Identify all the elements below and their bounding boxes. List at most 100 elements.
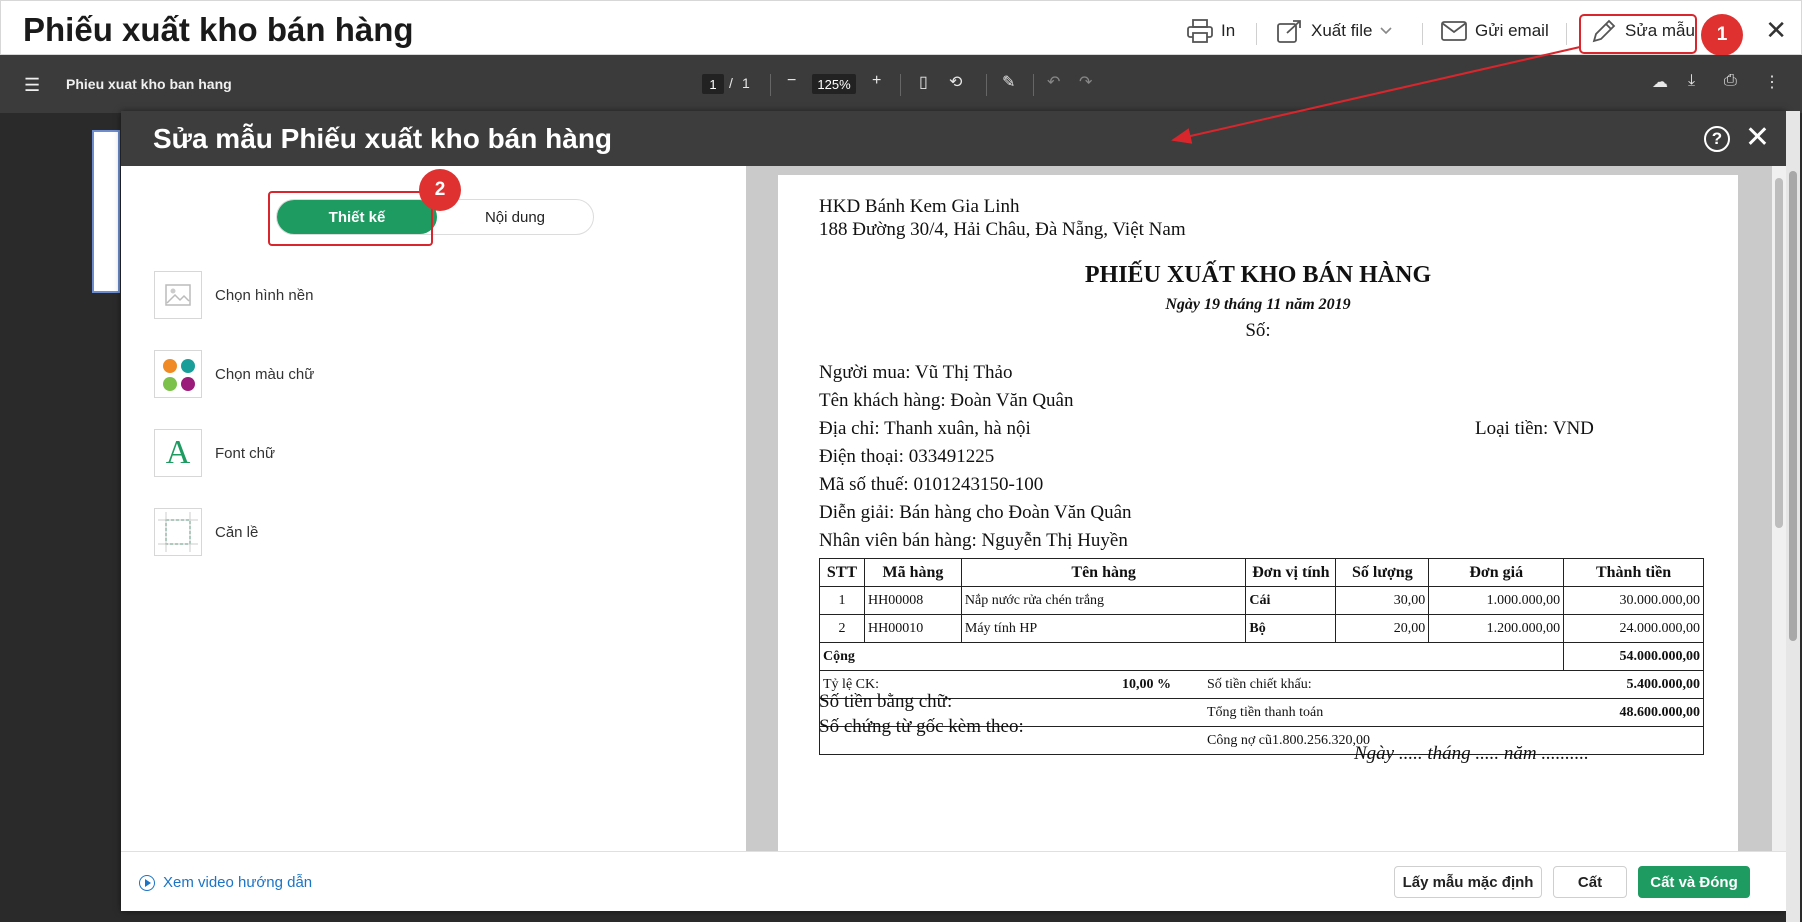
- table-cell: Nắp nước rửa chén trắng: [960, 586, 1247, 615]
- callout-highlight-design-tab: [268, 191, 433, 246]
- help-icon[interactable]: ?: [1704, 126, 1730, 152]
- discount-amount-label: Số tiền chiết khấu:: [1207, 677, 1312, 692]
- margin-label: Căn lề: [215, 523, 259, 541]
- page-thumbnail[interactable]: [92, 130, 120, 293]
- divider: [1422, 23, 1423, 45]
- divider: [1256, 23, 1257, 45]
- sign-date: Ngày ..... tháng ..... năm ..........: [1354, 743, 1589, 764]
- zoom-level[interactable]: 125%: [812, 74, 856, 94]
- divider: [1033, 74, 1034, 96]
- column-header: Mã hàng: [863, 558, 962, 587]
- table-cell: 24.000.000,00: [1563, 614, 1704, 643]
- tax-code: Mã số thuế: 0101243150-100: [819, 474, 1044, 495]
- page-total: 1: [742, 75, 750, 91]
- choose-background-option[interactable]: Chọn hình nền: [154, 271, 313, 319]
- close-icon[interactable]: ✕: [1765, 15, 1787, 46]
- send-email-button[interactable]: Gửi email: [1441, 15, 1549, 47]
- discount-rate: 10,00 %: [1122, 677, 1171, 692]
- table-header-row: STT Mã hàng Tên hàng Đơn vị tính Số lượn…: [819, 558, 1704, 587]
- page-number-input[interactable]: 1: [702, 74, 724, 94]
- company-address: 188 Đường 30/4, Hải Châu, Đà Nẵng, Việt …: [819, 219, 1186, 240]
- attached-documents: Số chứng từ gốc kèm theo:: [819, 716, 1024, 737]
- divider: [770, 74, 771, 96]
- undo-icon[interactable]: ↶: [1047, 72, 1060, 92]
- customer-address: Địa chỉ: Thanh xuân, hà nội: [819, 418, 1031, 439]
- company-name: HKD Bánh Kem Gia Linh: [819, 196, 1020, 217]
- column-header: Thành tiền: [1563, 558, 1704, 587]
- save-and-close-button[interactable]: Cất và Đóng: [1638, 866, 1750, 898]
- dialog-title: Sửa mẫu Phiếu xuất kho bán hàng: [153, 123, 613, 154]
- document-name: Phieu xuat kho ban hang: [66, 76, 232, 92]
- column-header: Số lượng: [1335, 558, 1430, 587]
- table-cell: Bộ: [1245, 614, 1337, 643]
- video-guide-link[interactable]: Xem video hướng dẫn: [139, 874, 312, 891]
- divider: [900, 74, 901, 96]
- export-file-button[interactable]: Xuất file: [1277, 15, 1393, 47]
- choose-background-label: Chọn hình nền: [215, 286, 314, 304]
- document-number: Số:: [1245, 320, 1271, 341]
- fit-page-icon[interactable]: ▯: [919, 72, 928, 92]
- discount-amount: 5.400.000,00: [1626, 677, 1701, 692]
- table-cell: 1: [819, 586, 865, 615]
- column-header: Tên hàng: [960, 558, 1247, 587]
- choose-text-color-option[interactable]: Chọn màu chữ: [154, 350, 314, 398]
- more-icon[interactable]: ⋮: [1764, 72, 1780, 92]
- template-preview: HKD Bánh Kem Gia Linh 188 Đường 30/4, Hả…: [746, 166, 1786, 851]
- customer-name: Tên khách hàng: Đoàn Văn Quân: [819, 390, 1074, 411]
- export-icon: [1277, 20, 1301, 43]
- chevron-down-icon: [1380, 27, 1393, 35]
- grand-total-label: Tổng tiền thanh toán: [1207, 705, 1324, 720]
- default-template-button[interactable]: Lấy mẫu mặc định: [1394, 866, 1542, 898]
- page-scrollbar[interactable]: [1786, 111, 1800, 922]
- callout-highlight-edit-template: [1579, 14, 1697, 54]
- page-separator: /: [729, 75, 733, 91]
- choose-text-color-label: Chọn màu chữ: [215, 365, 315, 383]
- step-badge-2: 2: [419, 169, 461, 211]
- table-cell: 20,00: [1335, 614, 1430, 643]
- video-guide-label: Xem video hướng dẫn: [163, 874, 313, 891]
- mail-icon: [1441, 21, 1467, 41]
- margin-option[interactable]: Căn lề: [154, 508, 258, 556]
- table-cell: 1.200.000,00: [1428, 614, 1565, 643]
- font-glyph: A: [165, 434, 191, 471]
- play-icon: [139, 874, 155, 891]
- column-header: STT: [819, 558, 865, 587]
- cloud-save-icon[interactable]: ☁: [1652, 72, 1668, 92]
- table-cell: HH00008: [863, 586, 962, 615]
- table-cell: HH00010: [863, 614, 962, 643]
- edit-template-dialog: Sửa mẫu Phiếu xuất kho bán hàng ? ✕ Thiế…: [121, 111, 1786, 911]
- save-button[interactable]: Cất: [1553, 866, 1627, 898]
- rotate-icon[interactable]: ⟲: [949, 72, 962, 92]
- print-icon[interactable]: ⎙: [1724, 72, 1737, 90]
- print-button[interactable]: In: [1187, 15, 1235, 47]
- total-label: Cộng: [818, 642, 1565, 671]
- divider: [1566, 23, 1567, 45]
- total-value: 54.000.000,00: [1563, 642, 1704, 671]
- font-option[interactable]: A Font chữ: [154, 429, 275, 477]
- column-header: Đơn vị tính: [1245, 558, 1337, 587]
- old-debt: Công nợ cũ1.800.256.320,00: [1207, 733, 1370, 748]
- preview-scrollbar[interactable]: [1772, 166, 1786, 851]
- currency: Loại tiền: VND: [1475, 418, 1594, 439]
- dialog-close-icon[interactable]: ✕: [1745, 120, 1770, 155]
- description: Diễn giải: Bán hàng cho Đoàn Văn Quân: [819, 502, 1132, 523]
- phone: Điện thoại: 033491225: [819, 446, 995, 467]
- table-cell: 30,00: [1335, 586, 1430, 615]
- zoom-in-icon[interactable]: +: [872, 72, 881, 90]
- zoom-out-icon[interactable]: −: [787, 72, 796, 90]
- column-header: Đơn giá: [1428, 558, 1565, 587]
- salesperson: Nhân viên bán hàng: Nguyễn Thị Huyền: [819, 530, 1128, 551]
- table-row: 1 HH00008 Nắp nước rửa chén trắng Cái 30…: [819, 586, 1704, 615]
- design-panel: Thiết kế Nội dung 2 Chọn hình nền Chọn m…: [121, 166, 746, 851]
- document-date: Ngày 19 tháng 11 năm 2019: [1165, 296, 1351, 313]
- tab-content[interactable]: Nội dung: [437, 200, 593, 234]
- download-icon[interactable]: ⤓: [1688, 72, 1695, 90]
- table-cell: Máy tính HP: [960, 614, 1247, 643]
- redo-icon[interactable]: ↷: [1079, 72, 1092, 92]
- annotate-icon[interactable]: ✎: [1002, 72, 1015, 92]
- menu-icon[interactable]: ☰: [24, 75, 40, 96]
- step-badge-1: 1: [1701, 14, 1743, 56]
- dialog-header: Sửa mẫu Phiếu xuất kho bán hàng ? ✕: [121, 111, 1786, 166]
- palette-icon: [154, 350, 202, 398]
- app-header: Phiếu xuất kho bán hàng In Xuất file Gửi…: [0, 0, 1802, 56]
